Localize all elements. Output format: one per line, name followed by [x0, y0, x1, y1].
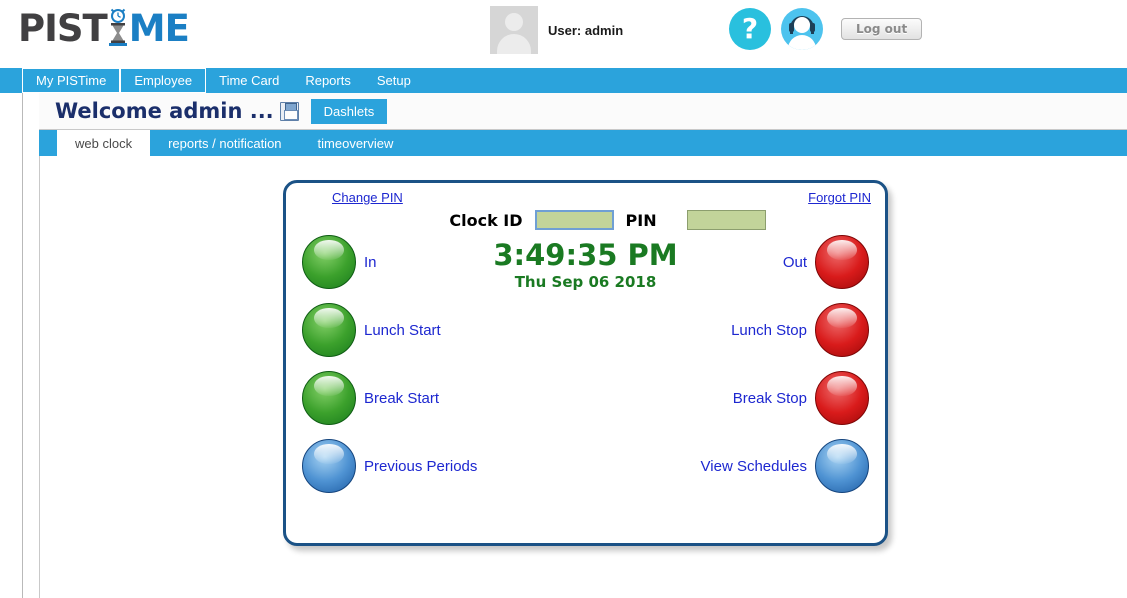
break-start-button-orb[interactable] — [302, 371, 356, 425]
support-headset-icon[interactable] — [781, 8, 823, 50]
lunch-start-button-orb[interactable] — [302, 303, 356, 357]
punch-row-extras: Previous Periods View Schedules — [286, 435, 885, 497]
break-stop-button-orb[interactable] — [815, 371, 869, 425]
clock-id-input[interactable] — [534, 210, 614, 230]
view-schedules-label: View Schedules — [700, 457, 807, 475]
punch-row-lunch: Lunch Start Lunch Stop — [286, 299, 885, 361]
change-pin-link[interactable]: Change PIN — [332, 190, 403, 205]
avatar — [490, 6, 538, 54]
page-header: PIST ME User: admin ? Log out — [0, 0, 1127, 68]
page-title: Welcome admin ... — [55, 99, 274, 123]
previous-periods-label: Previous Periods — [364, 457, 478, 475]
welcome-bar: Welcome admin ... Dashlets — [39, 93, 1127, 130]
punch-row-in-out: In Out — [286, 231, 885, 293]
punch-left-lunch-start[interactable]: Lunch Start — [286, 303, 585, 357]
break-start-button-label: Break Start — [364, 389, 440, 407]
punch-right-out[interactable]: Out — [585, 235, 885, 289]
view-schedules-orb[interactable] — [815, 439, 869, 493]
hourglass-clock-icon — [108, 8, 127, 46]
previous-periods-button[interactable]: Previous Periods — [286, 439, 585, 493]
panel-area: Change PIN Forgot PIN Clock ID PIN 3:49:… — [39, 156, 1127, 598]
nav-item-setup[interactable]: Setup — [364, 68, 424, 93]
web-clock-panel: Change PIN Forgot PIN Clock ID PIN 3:49:… — [283, 180, 888, 546]
pin-label: PIN — [625, 210, 657, 230]
lunch-stop-button-orb[interactable] — [815, 303, 869, 357]
headset-person-body — [788, 35, 816, 50]
forgot-pin-link[interactable]: Forgot PIN — [808, 190, 871, 205]
lunch-stop-button-label: Lunch Stop — [731, 321, 807, 339]
help-icon-glyph: ? — [741, 12, 759, 45]
in-button-label: In — [364, 253, 377, 271]
save-floppy-icon[interactable] — [279, 101, 299, 121]
punch-row-break: Break Start Break Stop — [286, 367, 885, 429]
headset-person-head — [794, 17, 810, 33]
main-navigation: My PISTime Employee Time Card Reports Se… — [0, 68, 1127, 93]
logo-text-dark: PIST — [18, 7, 108, 50]
out-button-label: Out — [782, 253, 807, 271]
view-schedules-button[interactable]: View Schedules — [585, 439, 885, 493]
punch-left-break-start[interactable]: Break Start — [286, 371, 585, 425]
punch-left-in[interactable]: In — [286, 235, 585, 289]
out-button-orb[interactable] — [815, 235, 869, 289]
tab-bar: web clock reports / notification timeove… — [39, 130, 1127, 156]
tab-reports-notification[interactable]: reports / notification — [150, 130, 299, 156]
punch-right-lunch-stop[interactable]: Lunch Stop — [585, 303, 885, 357]
credentials-row: Clock ID PIN — [286, 210, 885, 230]
user-block: User: admin — [490, 6, 623, 54]
nav-item-time-card[interactable]: Time Card — [206, 68, 292, 93]
punch-right-break-stop[interactable]: Break Stop — [585, 371, 885, 425]
header-icon-group: ? Log out — [729, 8, 923, 50]
nav-item-my-pistime[interactable]: My PISTime — [22, 68, 121, 93]
tab-timeoverview[interactable]: timeoverview — [300, 130, 412, 156]
dashlets-button[interactable]: Dashlets — [310, 98, 388, 124]
lunch-start-button-label: Lunch Start — [364, 321, 441, 339]
pin-input[interactable] — [686, 210, 766, 230]
headset-ear-right — [810, 23, 815, 32]
in-button-orb[interactable] — [302, 235, 356, 289]
clock-id-label: Clock ID — [449, 210, 523, 230]
logout-button[interactable]: Log out — [841, 18, 923, 40]
content-area: Welcome admin ... Dashlets web clock rep… — [22, 93, 1127, 598]
nav-item-employee[interactable]: Employee — [120, 68, 207, 93]
tab-web-clock[interactable]: web clock — [57, 130, 151, 156]
user-label: User: admin — [548, 22, 624, 38]
previous-periods-orb[interactable] — [302, 439, 356, 493]
pistime-logo: PIST ME — [18, 8, 213, 50]
logo-text-blue: ME — [128, 7, 190, 50]
break-stop-button-label: Break Stop — [732, 389, 807, 407]
nav-item-reports[interactable]: Reports — [292, 68, 364, 93]
help-icon[interactable]: ? — [729, 8, 771, 50]
